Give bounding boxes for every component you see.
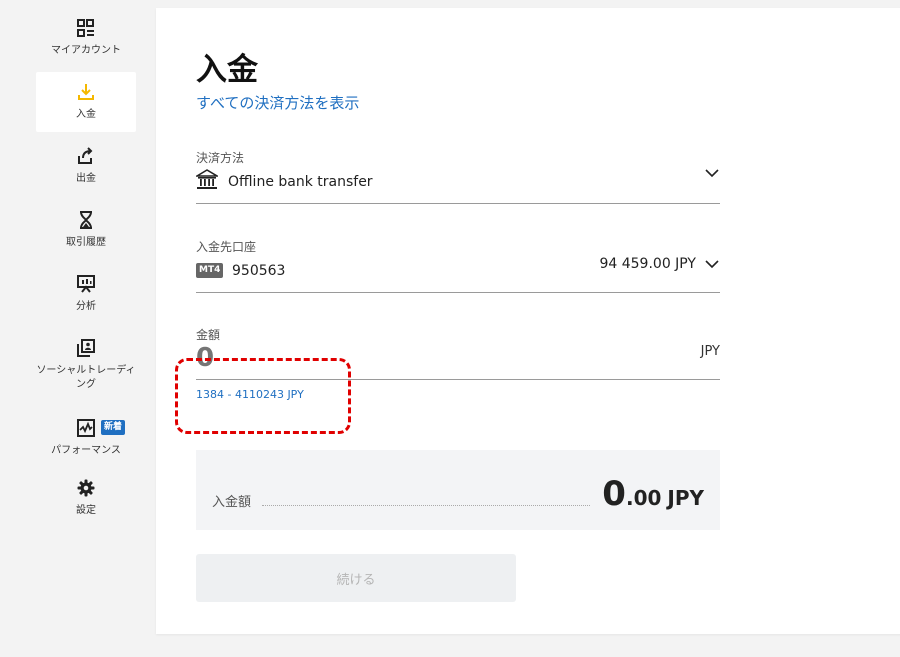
sidebar-item-deposit[interactable]: 入金 — [36, 72, 136, 132]
account-balance: 94 459.00 JPY — [599, 256, 696, 272]
sidebar-item-label: 出金 — [76, 173, 96, 184]
chevron-down-icon[interactable] — [704, 165, 720, 181]
sidebar-item-label: マイアカウント — [51, 45, 121, 56]
show-all-methods-link[interactable]: すべての決済方法を表示 — [196, 92, 359, 113]
gear-icon — [76, 478, 96, 498]
page-title: 入金 — [196, 52, 258, 88]
sidebar-item-history[interactable]: 取引履歴 — [36, 200, 136, 260]
sidebar-item-performance[interactable]: 新着 パフォーマンス — [36, 408, 136, 468]
sidebar-item-label: パフォーマンス — [51, 445, 121, 456]
sidebar-item-settings[interactable]: 設定 — [36, 468, 136, 528]
download-icon — [76, 82, 96, 102]
summary-decimal: .00 — [625, 486, 662, 510]
summary-amount: 0.00 JPY — [602, 474, 704, 514]
deposit-account-label: 入金先口座 — [196, 240, 257, 254]
sidebar-item-social-trading[interactable]: ソーシャルトレーディング — [36, 328, 136, 402]
upload-arrow-icon — [76, 146, 96, 166]
amount-currency: JPY — [700, 344, 720, 359]
dotted-leader — [262, 505, 590, 506]
amount-range-hint: 1384 - 4110243 JPY — [196, 388, 304, 401]
analytics-board-icon — [76, 274, 96, 294]
new-badge: 新着 — [101, 420, 126, 435]
deposit-account-select[interactable]: 入金先口座 MT4 950563 94 459.00 JPY — [196, 236, 720, 293]
deposit-panel: 入金 すべての決済方法を表示 決済方法 Offline bank transfe… — [156, 8, 900, 634]
payment-method-select[interactable]: 決済方法 Offline bank transfer — [194, 147, 720, 204]
mt4-badge: MT4 — [196, 263, 224, 278]
sidebar-item-label: 分析 — [76, 301, 96, 312]
sidebar-item-label: 入金 — [76, 109, 96, 120]
account-number: 950563 — [232, 263, 286, 279]
chevron-down-icon[interactable] — [704, 256, 720, 272]
grid-list-icon — [76, 18, 96, 38]
sidebar-item-withdrawal[interactable]: 出金 — [36, 136, 136, 196]
social-copy-icon — [76, 338, 96, 358]
sidebar-item-label: ソーシャルトレーディング — [36, 365, 136, 390]
continue-button[interactable]: 続ける — [196, 554, 516, 602]
amount-input[interactable] — [196, 343, 616, 373]
sidebar-item-analytics[interactable]: 分析 — [36, 264, 136, 324]
amount-label: 金額 — [196, 328, 221, 342]
amount-field: 金額 JPY — [196, 324, 720, 380]
sidebar-item-label: 取引履歴 — [66, 237, 106, 248]
summary-currency: JPY — [667, 486, 704, 510]
payment-method-label: 決済方法 — [196, 151, 245, 165]
performance-chart-icon — [76, 418, 96, 438]
sidebar: マイアカウント 入金 出金 取引履歴 分析 ソーシャルトレーディング 新着 パフ… — [0, 0, 150, 657]
summary-label: 入金額 — [212, 495, 252, 510]
sidebar-item-my-account[interactable]: マイアカウント — [36, 8, 136, 68]
sidebar-item-label: 設定 — [76, 505, 96, 516]
summary-integer: 0 — [602, 474, 626, 514]
deposit-summary: 入金額 0.00 JPY — [196, 450, 720, 530]
payment-method-value: Offline bank transfer — [228, 174, 373, 190]
bank-icon — [194, 169, 220, 191]
hourglass-icon — [76, 210, 96, 230]
